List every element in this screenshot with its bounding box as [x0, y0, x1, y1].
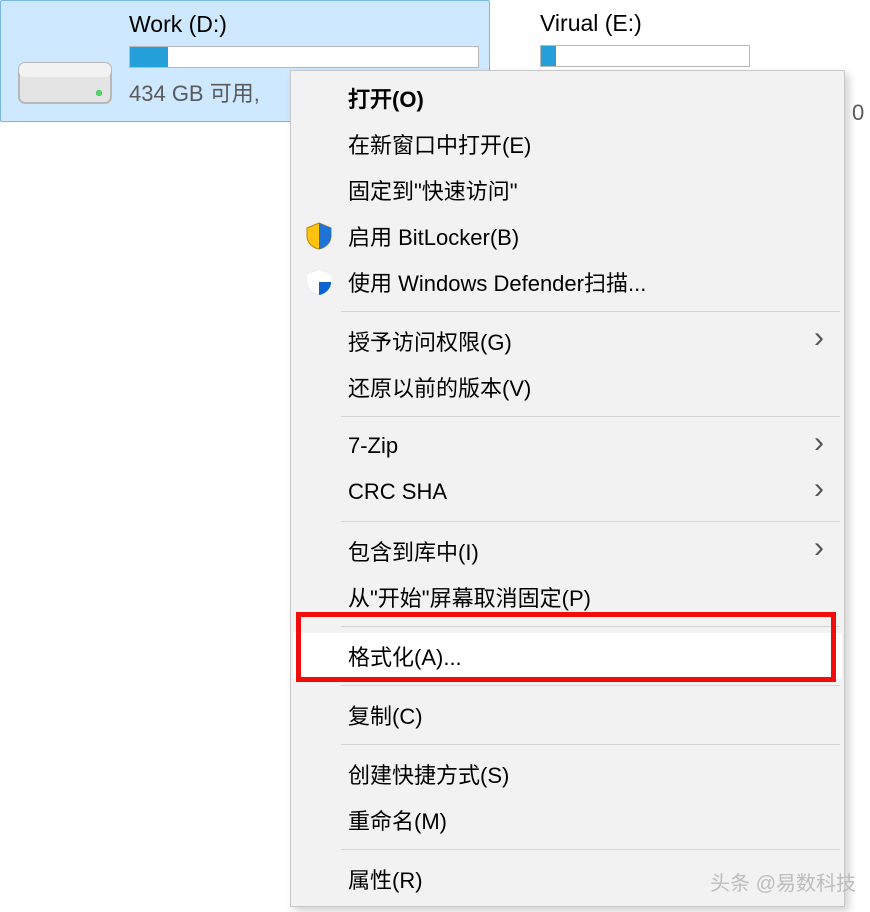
- menu-item-15[interactable]: 格式化(A)...: [293, 633, 842, 679]
- submenu-arrow-icon: [814, 435, 824, 458]
- drive-label: Virual (E:): [540, 10, 750, 37]
- submenu-arrow-icon: [814, 540, 824, 563]
- menu-item-label: 从"开始"屏幕取消固定(P): [348, 581, 591, 613]
- bitlocker-icon: [303, 220, 335, 252]
- drive-capacity-bar: [540, 45, 750, 67]
- menu-separator: [341, 416, 840, 417]
- menu-item-label: 复制(C): [348, 699, 423, 731]
- menu-item-label: 在新窗口中打开(E): [348, 128, 531, 160]
- menu-separator: [341, 311, 840, 312]
- menu-separator: [341, 849, 840, 850]
- menu-item-label: 打开(O): [348, 82, 424, 114]
- menu-item-label: 固定到"快速访问": [348, 174, 518, 206]
- menu-item-label: 创建快捷方式(S): [348, 758, 509, 790]
- menu-item-label: 7-Zip: [348, 433, 398, 459]
- menu-item-label: 还原以前的版本(V): [348, 371, 531, 403]
- menu-item-6[interactable]: 授予访问权限(G): [293, 318, 842, 364]
- truncated-text: 0: [852, 100, 864, 126]
- menu-item-9[interactable]: 7-Zip: [293, 423, 842, 469]
- menu-item-label: 包含到库中(I): [348, 535, 479, 567]
- menu-item-label: 启用 BitLocker(B): [348, 220, 519, 252]
- menu-item-17[interactable]: 复制(C): [293, 692, 842, 738]
- menu-item-label: 重命名(M): [348, 804, 447, 836]
- menu-separator: [341, 685, 840, 686]
- defender-icon: [303, 266, 335, 298]
- menu-separator: [341, 626, 840, 627]
- menu-item-label: 授予访问权限(G): [348, 325, 512, 357]
- drive-capacity-bar: [129, 46, 479, 68]
- menu-separator: [341, 521, 840, 522]
- menu-item-label: 属性(R): [348, 863, 423, 895]
- menu-item-label: CRC SHA: [348, 479, 447, 505]
- menu-item-0[interactable]: 打开(O): [293, 75, 842, 121]
- menu-item-7[interactable]: 还原以前的版本(V): [293, 364, 842, 410]
- menu-item-10[interactable]: CRC SHA: [293, 469, 842, 515]
- watermark: 头条 @易数科技: [710, 867, 856, 896]
- menu-separator: [341, 744, 840, 745]
- menu-item-19[interactable]: 创建快捷方式(S): [293, 751, 842, 797]
- menu-item-label: 格式化(A)...: [348, 640, 462, 672]
- drive-icon: [15, 11, 115, 111]
- menu-item-12[interactable]: 包含到库中(I): [293, 528, 842, 574]
- menu-item-1[interactable]: 在新窗口中打开(E): [293, 121, 842, 167]
- drive-capacity-fill: [541, 46, 556, 66]
- submenu-arrow-icon: [814, 481, 824, 504]
- submenu-arrow-icon: [814, 330, 824, 353]
- menu-item-13[interactable]: 从"开始"屏幕取消固定(P): [293, 574, 842, 620]
- drive-meta: Virual (E:): [540, 10, 750, 67]
- drive-label: Work (D:): [129, 11, 479, 38]
- menu-item-2[interactable]: 固定到"快速访问": [293, 167, 842, 213]
- drive-context-menu: 打开(O) 在新窗口中打开(E) 固定到"快速访问" 启用 BitLocker(B) 使…: [290, 70, 845, 907]
- menu-item-3[interactable]: 启用 BitLocker(B): [293, 213, 842, 259]
- menu-item-4[interactable]: 使用 Windows Defender扫描...: [293, 259, 842, 305]
- menu-item-20[interactable]: 重命名(M): [293, 797, 842, 843]
- menu-item-label: 使用 Windows Defender扫描...: [348, 266, 646, 298]
- drive-capacity-fill: [130, 47, 168, 67]
